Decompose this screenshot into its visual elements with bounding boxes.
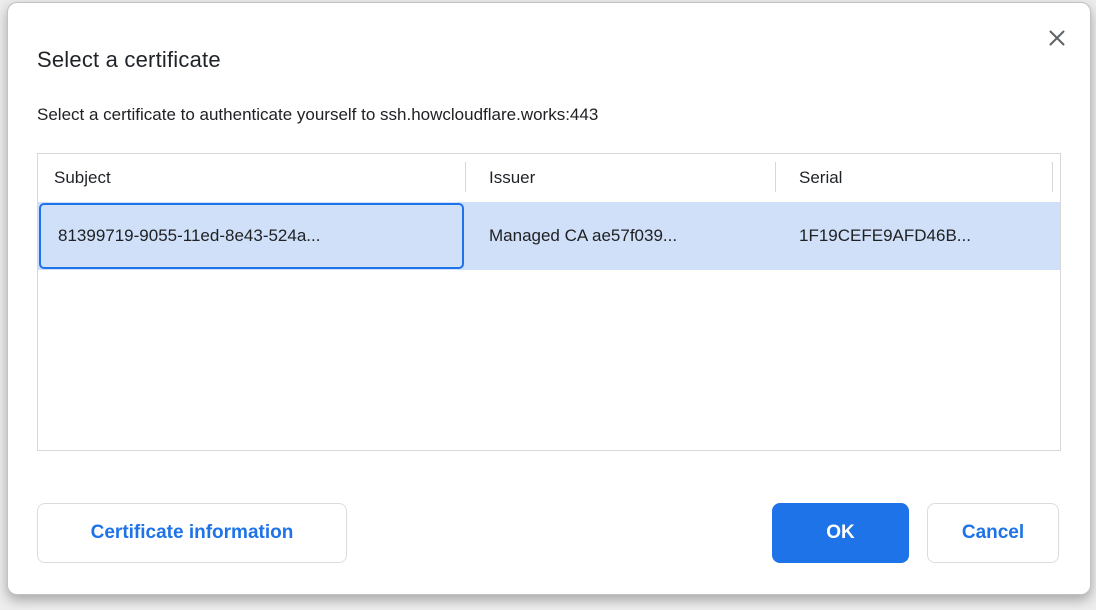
column-divider	[465, 162, 466, 192]
certificate-row[interactable]: 81399719-9055-11ed-8e43-524a... Managed …	[38, 202, 1060, 270]
certificate-information-button[interactable]: Certificate information	[37, 503, 347, 563]
dialog-title: Select a certificate	[37, 47, 221, 73]
ok-button[interactable]: OK	[772, 503, 909, 563]
certificate-subject-cell[interactable]: 81399719-9055-11ed-8e43-524a...	[39, 203, 464, 269]
column-header-subject: Subject	[54, 154, 111, 202]
certificate-list-header: Subject Issuer Serial	[38, 154, 1060, 202]
column-divider	[1052, 162, 1053, 192]
close-icon	[1048, 29, 1066, 47]
column-header-issuer: Issuer	[489, 154, 535, 202]
column-header-serial: Serial	[799, 154, 842, 202]
certificate-serial-cell[interactable]: 1F19CEFE9AFD46B...	[799, 202, 1061, 270]
close-button[interactable]	[1044, 25, 1070, 51]
column-divider	[775, 162, 776, 192]
dialog-subtitle: Select a certificate to authenticate you…	[37, 105, 598, 125]
certificate-issuer-cell[interactable]: Managed CA ae57f039...	[489, 202, 789, 270]
certificate-list: Subject Issuer Serial 81399719-9055-11ed…	[37, 153, 1061, 451]
cancel-button[interactable]: Cancel	[927, 503, 1059, 563]
certificate-select-dialog: Select a certificate Select a certificat…	[7, 2, 1091, 595]
